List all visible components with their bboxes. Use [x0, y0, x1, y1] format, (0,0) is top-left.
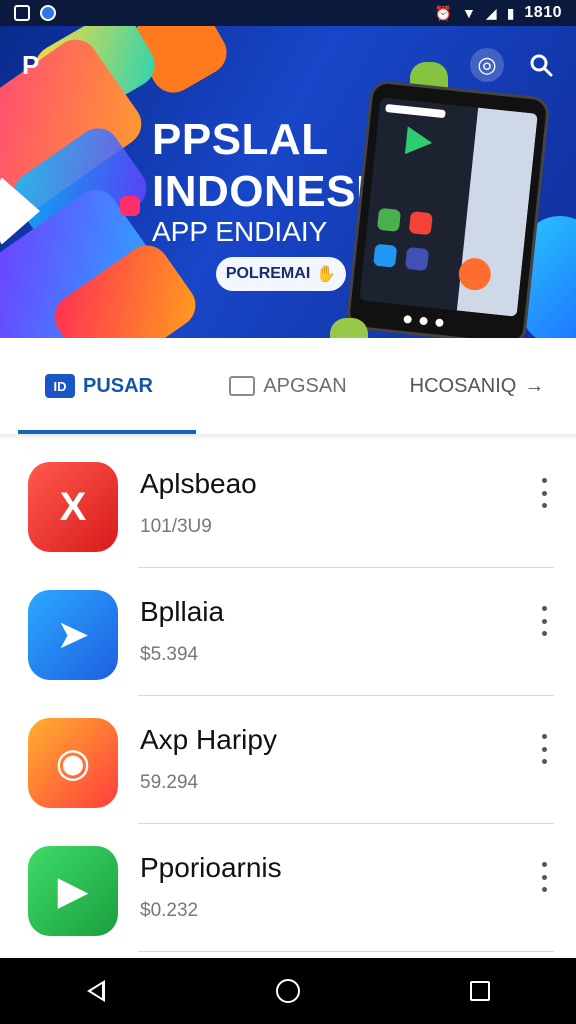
app-meta: $0.232 — [140, 900, 199, 921]
phone-dot — [435, 318, 444, 328]
divider — [138, 951, 554, 952]
banner-cta-button[interactable]: POLREMAI ✋ — [216, 257, 346, 291]
android-robot-icon — [330, 318, 368, 338]
tab-label: APGSAN — [263, 374, 347, 397]
arrow-right-icon: → — [524, 374, 545, 397]
recents-icon — [470, 981, 490, 1001]
system-nav-bar — [0, 958, 576, 1024]
phone-mockup — [345, 79, 551, 338]
app-meta: 101/3U9 — [140, 516, 212, 537]
list-item[interactable]: ◉ Axp Haripy 59.294 — [0, 696, 576, 824]
tab-pusar[interactable]: ID PUSAR — [0, 338, 198, 434]
app-meta: $5.394 — [140, 644, 199, 665]
paper-plane-icon: ➤ — [28, 590, 118, 680]
list-item[interactable]: ▶ Pporioarnis $0.232 — [0, 824, 576, 952]
recents-button[interactable] — [460, 971, 500, 1011]
home-button[interactable] — [268, 971, 308, 1011]
chrome-icon: ◉ — [28, 718, 118, 808]
app-thumb-icon — [376, 207, 402, 232]
app-list: X Aplsbeao 101/3U9 ➤ Bpllaia $5.394 ◉ Ax… — [0, 440, 576, 952]
app-name: Axp Haripy — [140, 724, 277, 755]
phone-dot — [403, 314, 413, 324]
app-thumb-icon — [373, 243, 398, 268]
play-store-icon: ▶ — [28, 846, 118, 936]
phone-label-bar — [385, 103, 446, 119]
tab-label: HCOSANIQ — [409, 374, 517, 397]
app-thumb-icon — [408, 211, 433, 236]
alarm-icon: ⏰ — [434, 5, 453, 21]
play-triangle-icon — [404, 126, 434, 157]
book-icon — [229, 376, 256, 396]
promo-banner[interactable]: P ◎ PPSLAL INDONESIA APP ENDIAIY POLREMA… — [0, 26, 576, 338]
app-thumb-icon — [404, 246, 430, 272]
tab-hcosaniq[interactable]: HCOSANIQ → — [378, 338, 576, 434]
store-badge-icon: ID — [44, 374, 75, 398]
banner-subtitle: APP ENDIAIY — [152, 216, 328, 247]
cast-icon[interactable]: ◎ — [470, 48, 504, 82]
list-item[interactable]: ➤ Bpllaia $5.394 — [0, 568, 576, 696]
banner-cta-label: POLREMAI — [225, 265, 311, 282]
battery-icon: ▮ — [506, 5, 515, 21]
wifi-icon: ▼ — [462, 5, 476, 21]
back-icon — [87, 980, 105, 1002]
tab-label: PUSAR — [82, 374, 153, 397]
signal-icon: ◢ — [485, 5, 497, 21]
app-name: Aplsbeao — [140, 468, 257, 499]
phone-dot — [419, 316, 428, 326]
x-logo-icon: X — [28, 462, 118, 552]
overflow-menu-icon[interactable] — [536, 734, 552, 764]
home-icon — [276, 979, 300, 1003]
list-item[interactable]: X Aplsbeao 101/3U9 — [0, 440, 576, 568]
message-icon — [14, 5, 30, 21]
search-icon[interactable] — [524, 48, 558, 82]
back-button[interactable] — [76, 971, 116, 1011]
app-logo[interactable]: P — [22, 50, 52, 80]
clock: 1810 — [524, 4, 562, 21]
decor-dot — [120, 196, 140, 216]
shield-icon — [40, 5, 56, 21]
overflow-menu-icon[interactable] — [536, 862, 552, 892]
hand-icon: ✋ — [316, 266, 337, 283]
app-meta: 59.294 — [140, 772, 199, 793]
overflow-menu-icon[interactable] — [536, 606, 552, 636]
tab-bar: ID PUSAR APGSAN HCOSANIQ → — [0, 338, 576, 434]
app-name: Bpllaia — [140, 596, 225, 627]
app-name: Pporioarnis — [140, 852, 282, 883]
tab-apgsan[interactable]: APGSAN — [198, 338, 378, 434]
status-bar: ⏰ ▼ ◢ ▮ 1810 — [0, 0, 576, 26]
phone-screen — [359, 97, 538, 317]
overflow-menu-icon[interactable] — [536, 478, 552, 508]
